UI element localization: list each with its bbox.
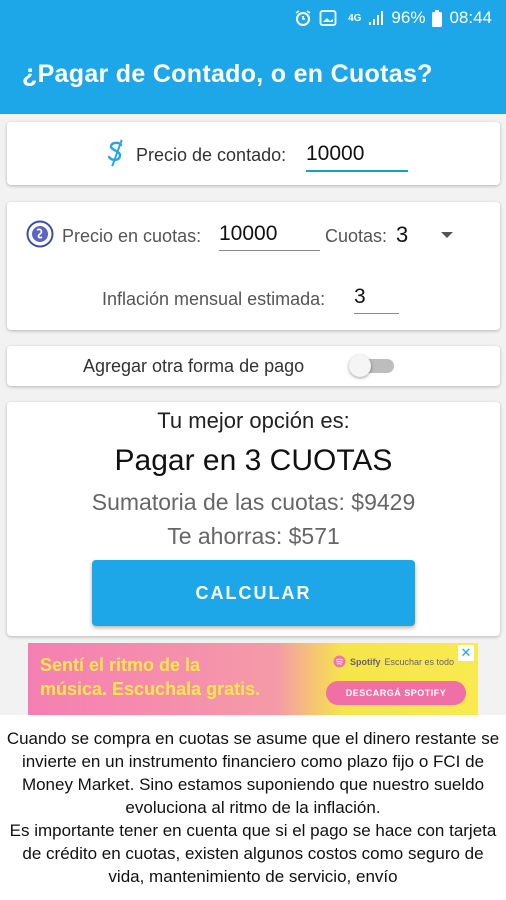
installments-dropdown-arrow-icon[interactable] (441, 232, 453, 238)
coin-icon (26, 220, 54, 248)
cash-price-card: Precio de contado: 10000 (7, 122, 500, 185)
ad-headline: Sentí el ritmo de la música. Escuchala g… (40, 653, 260, 701)
dollar-sign-icon (107, 139, 123, 167)
signal-icon (369, 11, 384, 25)
ad-close-icon[interactable]: ✕ (458, 645, 474, 661)
alarm-icon (295, 10, 311, 26)
ad-headline-line-1: Sentí el ritmo de la (40, 655, 201, 675)
battery-percent: 96% (391, 8, 426, 27)
installments-sum: Sumatoria de las cuotas: $9429 (91, 489, 416, 515)
status-bar: 4G 96% 08:44 (0, 0, 506, 36)
ad-banner[interactable]: Sentí el ritmo de la música. Escuchala g… (28, 643, 478, 715)
battery-icon (432, 9, 443, 27)
result-heading: Tu mejor opción es: (157, 408, 350, 433)
info-text: Cuando se compra en cuotas se asume que … (0, 715, 506, 900)
add-payment-label: Agregar otra forma de pago (83, 356, 305, 376)
installment-price-label: Precio en cuotas: (62, 226, 202, 246)
installment-price-input[interactable]: 10000 (219, 222, 320, 251)
add-payment-toggle-thumb[interactable] (349, 355, 371, 377)
info-paragraph: Cuando se compra en cuotas se asume que … (6, 729, 500, 886)
image-notification-icon (319, 10, 337, 26)
status-icons: 4G 96% 08:44 (294, 8, 492, 28)
ad-download-button[interactable]: DESCARGÁ SPOTIFY (326, 681, 466, 705)
inflation-label: Inflación mensual estimada: (102, 289, 326, 309)
result-choice: Pagar en 3 CUOTAS (114, 444, 393, 477)
ad-headline-line-2: música. Escuchala gratis. (40, 679, 261, 699)
installments-count-label: Cuotas: (325, 226, 388, 246)
installments-card: Precio en cuotas: 10000 Cuotas: 3 Inflac… (7, 202, 500, 330)
app-title: ¿Pagar de Contado, o en Cuotas? (22, 60, 433, 88)
inflation-input[interactable]: 3 (354, 285, 399, 314)
network-type: 4G (348, 12, 362, 24)
spotify-icon (333, 655, 346, 668)
cash-price-input[interactable]: 10000 (306, 142, 408, 172)
ad-brand: Spotify Escuchar es todo (333, 655, 454, 668)
ad-brand-sub: Escuchar es todo (384, 656, 455, 667)
savings-text: Te ahorras: $571 (167, 523, 340, 549)
installments-count-value[interactable]: 3 (396, 222, 408, 248)
result-card: Tu mejor opción es: Pagar en 3 CUOTAS Su… (7, 402, 500, 636)
ad-brand-name: Spotify (350, 656, 381, 667)
add-payment-card: Agregar otra forma de pago (7, 346, 500, 386)
cash-price-label: Precio de contado: (136, 145, 287, 165)
app-bar: ¿Pagar de Contado, o en Cuotas? (0, 36, 506, 114)
clock: 08:44 (449, 8, 492, 27)
calculate-button[interactable]: CALCULAR (92, 560, 415, 626)
